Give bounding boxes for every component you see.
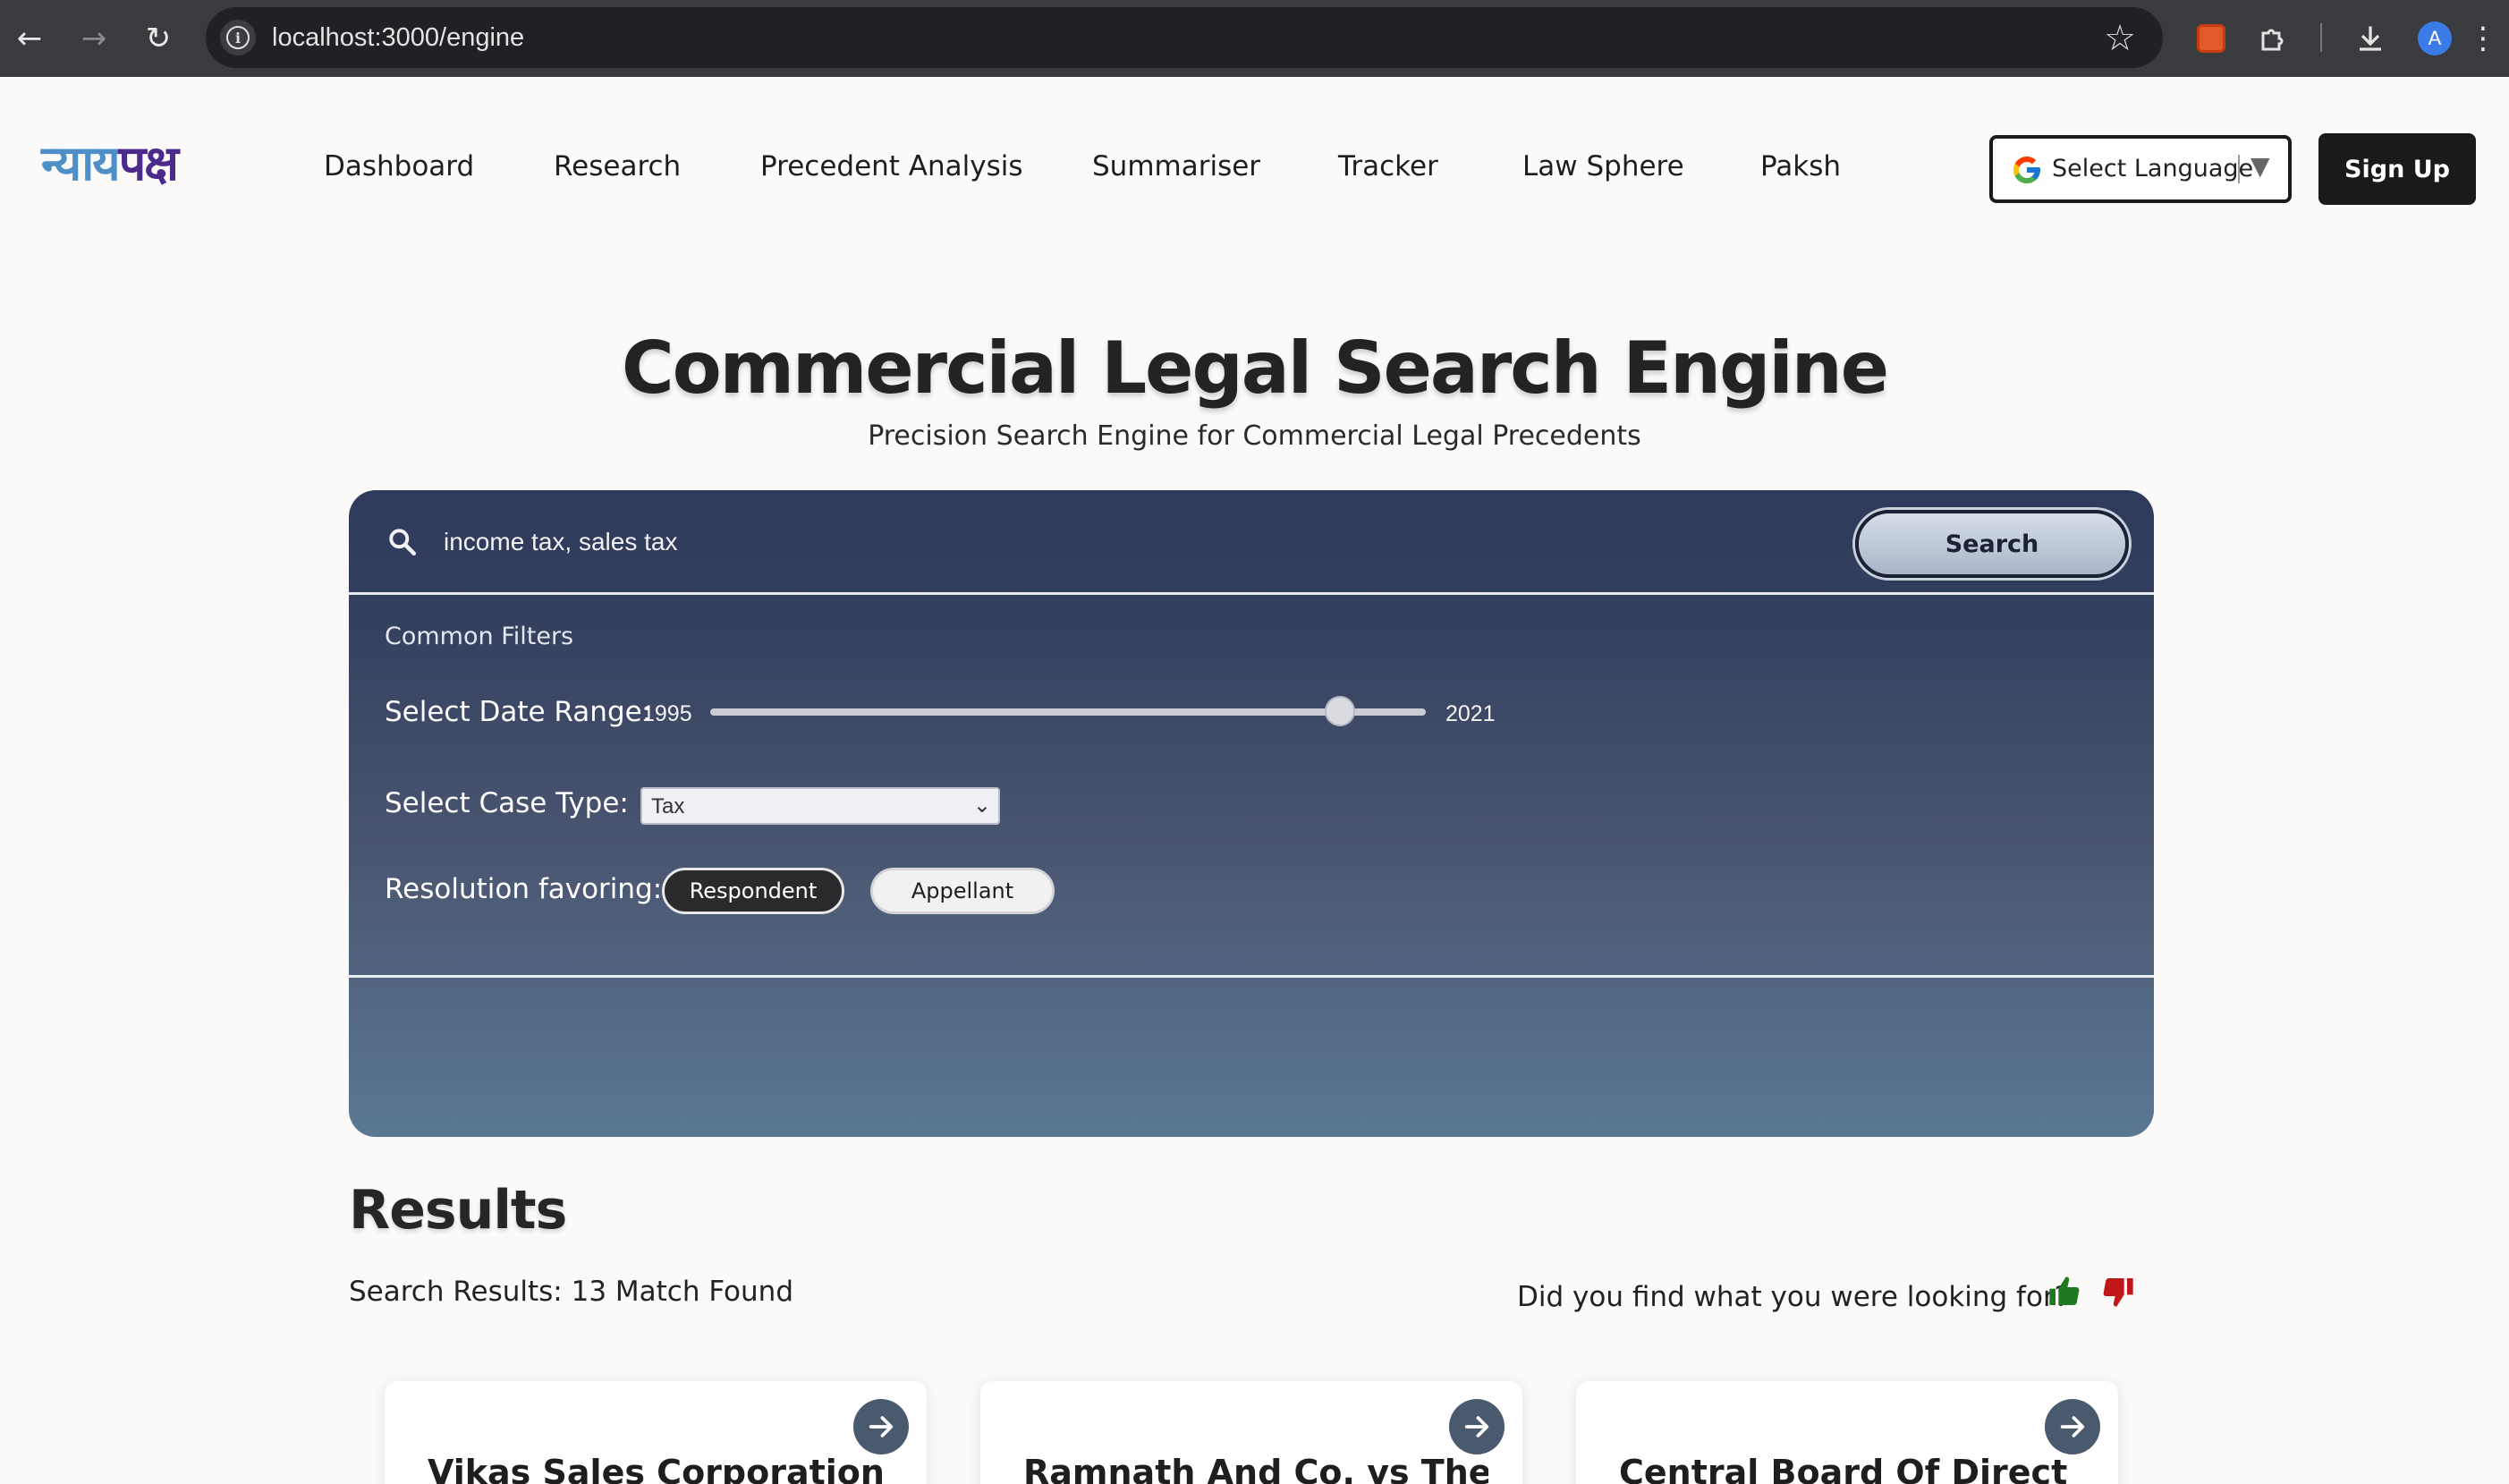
results-count: Search Results: 13 Match Found: [349, 1276, 793, 1308]
site-info-icon[interactable]: i: [220, 20, 256, 55]
download-icon[interactable]: [2347, 15, 2394, 62]
nav-summariser[interactable]: Summariser: [1092, 150, 1260, 182]
nav-precedent-analysis[interactable]: Precedent Analysis: [760, 150, 1023, 182]
toolbar-divider: [2320, 23, 2322, 52]
date-range-label: Select Date Range:: [385, 696, 652, 728]
nav-tracker[interactable]: Tracker: [1338, 150, 1438, 182]
range-max-value: 2021: [1445, 701, 1496, 726]
reload-icon[interactable]: ↻: [136, 16, 181, 61]
range-min-value: 1995: [642, 701, 692, 726]
open-arrow-icon[interactable]: [853, 1399, 909, 1454]
browser-toolbar: ← → ↻ i localhost:3000/engine ☆ A ⋮: [0, 0, 2509, 77]
search-icon: [389, 529, 416, 555]
result-card[interactable]: Vikas Sales Corporation And: [385, 1381, 927, 1484]
open-arrow-icon[interactable]: [1449, 1399, 1505, 1454]
divider: [349, 592, 2154, 595]
result-card[interactable]: Central Board Of Direct: [1576, 1381, 2118, 1484]
kebab-menu-icon[interactable]: ⋮: [2465, 15, 2501, 62]
thumbs-up-icon[interactable]: [2047, 1274, 2082, 1310]
result-card-title[interactable]: Central Board Of Direct: [1619, 1453, 2084, 1484]
url-text[interactable]: localhost:3000/engine: [272, 23, 524, 53]
page-title: Commercial Legal Search Engine: [622, 326, 1889, 410]
filters-heading: Common Filters: [385, 623, 574, 650]
language-select[interactable]: Select Language ▼: [1989, 135, 2292, 203]
open-arrow-icon[interactable]: [2045, 1399, 2100, 1454]
nav-paksh[interactable]: Paksh: [1760, 150, 1841, 182]
result-card-title[interactable]: Vikas Sales Corporation And: [428, 1453, 893, 1484]
result-card-title[interactable]: Ramnath And Co. vs The: [1023, 1453, 1488, 1484]
google-g-icon: [2013, 157, 2040, 183]
site-logo[interactable]: न्यायपक्ष: [41, 132, 179, 195]
search-input[interactable]: income tax, sales tax: [444, 528, 677, 556]
case-type-select[interactable]: Tax ⌄: [640, 787, 1000, 825]
extension-icon[interactable]: [2188, 15, 2234, 62]
nav-law-sphere[interactable]: Law Sphere: [1522, 150, 1684, 182]
date-range-slider-track[interactable]: [710, 708, 1426, 716]
result-card[interactable]: Ramnath And Co. vs The: [980, 1381, 1522, 1484]
dropdown-triangle-icon: ▼: [2250, 151, 2270, 181]
results-heading: Results: [349, 1179, 567, 1242]
thumbs-down-icon[interactable]: [2100, 1274, 2136, 1310]
address-bar[interactable]: i localhost:3000/engine ☆: [206, 7, 2163, 68]
sign-up-button[interactable]: Sign Up: [2318, 133, 2476, 205]
search-bar: income tax, sales tax Search: [349, 490, 2154, 594]
resolution-respondent-toggle[interactable]: Respondent: [662, 868, 844, 914]
divider: [349, 975, 2154, 978]
back-arrow-icon[interactable]: ←: [7, 16, 52, 61]
search-panel: income tax, sales tax Search Common Filt…: [349, 490, 2154, 1137]
nav-dashboard[interactable]: Dashboard: [324, 150, 474, 182]
chevron-down-icon: ⌄: [972, 793, 991, 818]
bookmark-star-icon[interactable]: ☆: [2104, 18, 2136, 59]
date-range-slider-handle[interactable]: [1325, 696, 1355, 726]
resolution-label: Resolution favoring:: [385, 873, 663, 905]
puzzle-extensions-icon[interactable]: [2250, 15, 2297, 62]
forward-arrow-icon[interactable]: →: [72, 16, 116, 61]
page-subtitle: Precision Search Engine for Commercial L…: [868, 420, 1641, 452]
resolution-appellant-toggle[interactable]: Appellant: [870, 868, 1055, 914]
nav-research[interactable]: Research: [554, 150, 681, 182]
profile-avatar[interactable]: A: [2412, 15, 2458, 62]
feedback-question: Did you find what you were looking for?: [1517, 1281, 2070, 1313]
case-type-label: Select Case Type:: [385, 787, 629, 819]
search-button[interactable]: Search: [1855, 510, 2129, 578]
